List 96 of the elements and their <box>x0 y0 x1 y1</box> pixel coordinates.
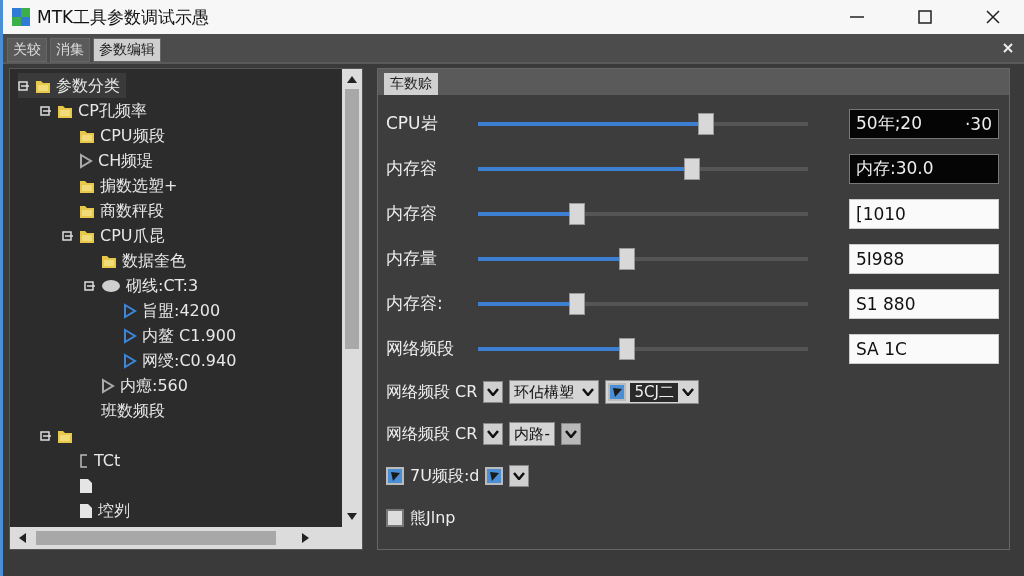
scroll-up-icon <box>347 75 357 83</box>
tree-item[interactable]: 网绶:C0.940 <box>106 348 237 373</box>
dropdown-button[interactable] <box>560 423 581 445</box>
bracket-icon <box>79 452 89 469</box>
slider-thumb[interactable] <box>618 337 635 360</box>
slider-label: 内存容 <box>386 202 438 225</box>
file-icon <box>79 477 93 494</box>
triangle-icon <box>101 377 115 394</box>
slider-track[interactable] <box>478 157 808 180</box>
checkbox[interactable] <box>608 383 627 401</box>
circle-icon <box>101 278 121 293</box>
slider-label: CPU岩 <box>386 112 439 135</box>
value-field[interactable]: 50年;20 ·30 <box>849 108 999 139</box>
value-field[interactable]: S1 880 <box>849 288 999 319</box>
file-icon <box>79 502 93 519</box>
collapse-icon <box>40 429 52 442</box>
check-icon <box>389 470 401 482</box>
collapse-icon <box>62 229 74 242</box>
tab[interactable]: 关较 <box>7 38 47 62</box>
tree-item[interactable]: TCt <box>62 448 121 473</box>
tree-item[interactable]: 内鳌 C1.900 <box>106 323 237 348</box>
tree-item[interactable]: 埪刿 <box>62 498 130 523</box>
scroll-down-icon <box>347 513 357 521</box>
collapse-icon <box>40 104 52 117</box>
caret-icon <box>513 472 526 480</box>
slider-label: 内存量 <box>386 247 438 270</box>
slider-thumb[interactable] <box>569 202 585 225</box>
value-suffix: ·30 <box>964 113 992 134</box>
tree-item[interactable]: CPU频段 <box>62 123 165 148</box>
value-field[interactable]: SA 1C <box>849 333 999 364</box>
maximize-icon <box>917 9 933 25</box>
checkbox-label: 熊Jlnp <box>410 507 456 529</box>
check-icon <box>611 386 624 398</box>
dropdown[interactable]: 环佔構塑 <box>509 380 600 404</box>
scroll-left-icon <box>18 533 26 543</box>
window-title: MTK工具参数调试示愚 <box>37 5 210 29</box>
dropdown-button[interactable] <box>509 465 530 487</box>
tree-item[interactable]: 内瘛:560 <box>84 373 188 398</box>
triangle-icon <box>79 152 93 169</box>
caret-icon <box>487 430 500 438</box>
tab[interactable]: 参数编辑 <box>93 38 161 62</box>
checkbox[interactable] <box>386 509 404 527</box>
caret-icon <box>582 388 595 396</box>
scroll-right-icon <box>302 533 310 543</box>
close-icon <box>985 9 1001 25</box>
slider-label: 内存容: <box>386 292 444 315</box>
slider-thumb[interactable] <box>569 292 585 315</box>
panel-tab[interactable]: 车数赊 <box>384 73 438 95</box>
option-label: 网络频段 CR <box>386 381 478 403</box>
caret-icon <box>487 388 500 396</box>
close-icon <box>1002 42 1014 54</box>
dropdown[interactable]: 5CJ二 <box>605 380 699 404</box>
app-icon <box>11 7 31 27</box>
tab[interactable]: 消集 <box>50 38 90 62</box>
option-label: 网络频段 CR <box>386 423 478 445</box>
tree-item[interactable]: 班数频段 <box>84 398 165 423</box>
close-tab-button[interactable] <box>1002 42 1014 54</box>
minimize-icon <box>850 16 864 18</box>
slider-thumb[interactable] <box>684 157 701 180</box>
tree-item[interactable]: CH频瑅 <box>62 148 154 173</box>
triangle-icon <box>123 302 137 319</box>
slider-track[interactable] <box>478 337 808 360</box>
value-field[interactable]: [1010 <box>849 198 999 229</box>
tree-item[interactable]: 旨盟:4200 <box>106 298 221 323</box>
dropdown-button[interactable] <box>483 381 504 403</box>
check-icon <box>488 470 501 482</box>
tree-item[interactable]: 商数秤段 <box>62 198 164 223</box>
slider-track[interactable] <box>478 247 808 270</box>
checkbox[interactable] <box>485 467 504 485</box>
triangle-icon <box>123 352 137 369</box>
slider-track[interactable] <box>478 112 808 135</box>
dropdown-button[interactable] <box>483 423 504 445</box>
horizontal-scrollbar[interactable] <box>10 527 362 549</box>
collapse-icon <box>84 279 96 292</box>
slider-track[interactable] <box>478 292 808 315</box>
tree-item[interactable]: 掮数选塑+ <box>62 173 178 198</box>
tree-item[interactable]: CPU爪昆 <box>62 223 165 248</box>
checkbox[interactable] <box>386 467 404 485</box>
caret-icon <box>681 388 694 396</box>
checkbox-label: 7U频段:d <box>410 465 480 487</box>
triangle-icon <box>123 327 137 344</box>
dropdown[interactable]: 内路- <box>509 422 555 446</box>
value-field[interactable]: 内存:30.0 <box>849 153 999 184</box>
tree-item[interactable]: 砌线:CT:3 <box>84 273 199 298</box>
slider-track[interactable] <box>478 202 808 225</box>
slider-label: 网络频段 <box>386 337 455 360</box>
slider-thumb[interactable] <box>697 112 714 135</box>
tree-item[interactable]: 数据奎色 <box>84 248 186 273</box>
collapse-icon <box>18 79 30 92</box>
slider-thumb[interactable] <box>618 247 635 270</box>
caret-icon <box>564 430 577 438</box>
tree-item[interactable]: CP孔频率 <box>40 98 147 123</box>
vertical-scrollbar[interactable] <box>342 69 362 527</box>
slider-label: 内存容 <box>386 157 438 180</box>
tree-item[interactable]: 参数分类 <box>18 73 126 98</box>
value-field[interactable]: 5I988 <box>849 243 999 274</box>
